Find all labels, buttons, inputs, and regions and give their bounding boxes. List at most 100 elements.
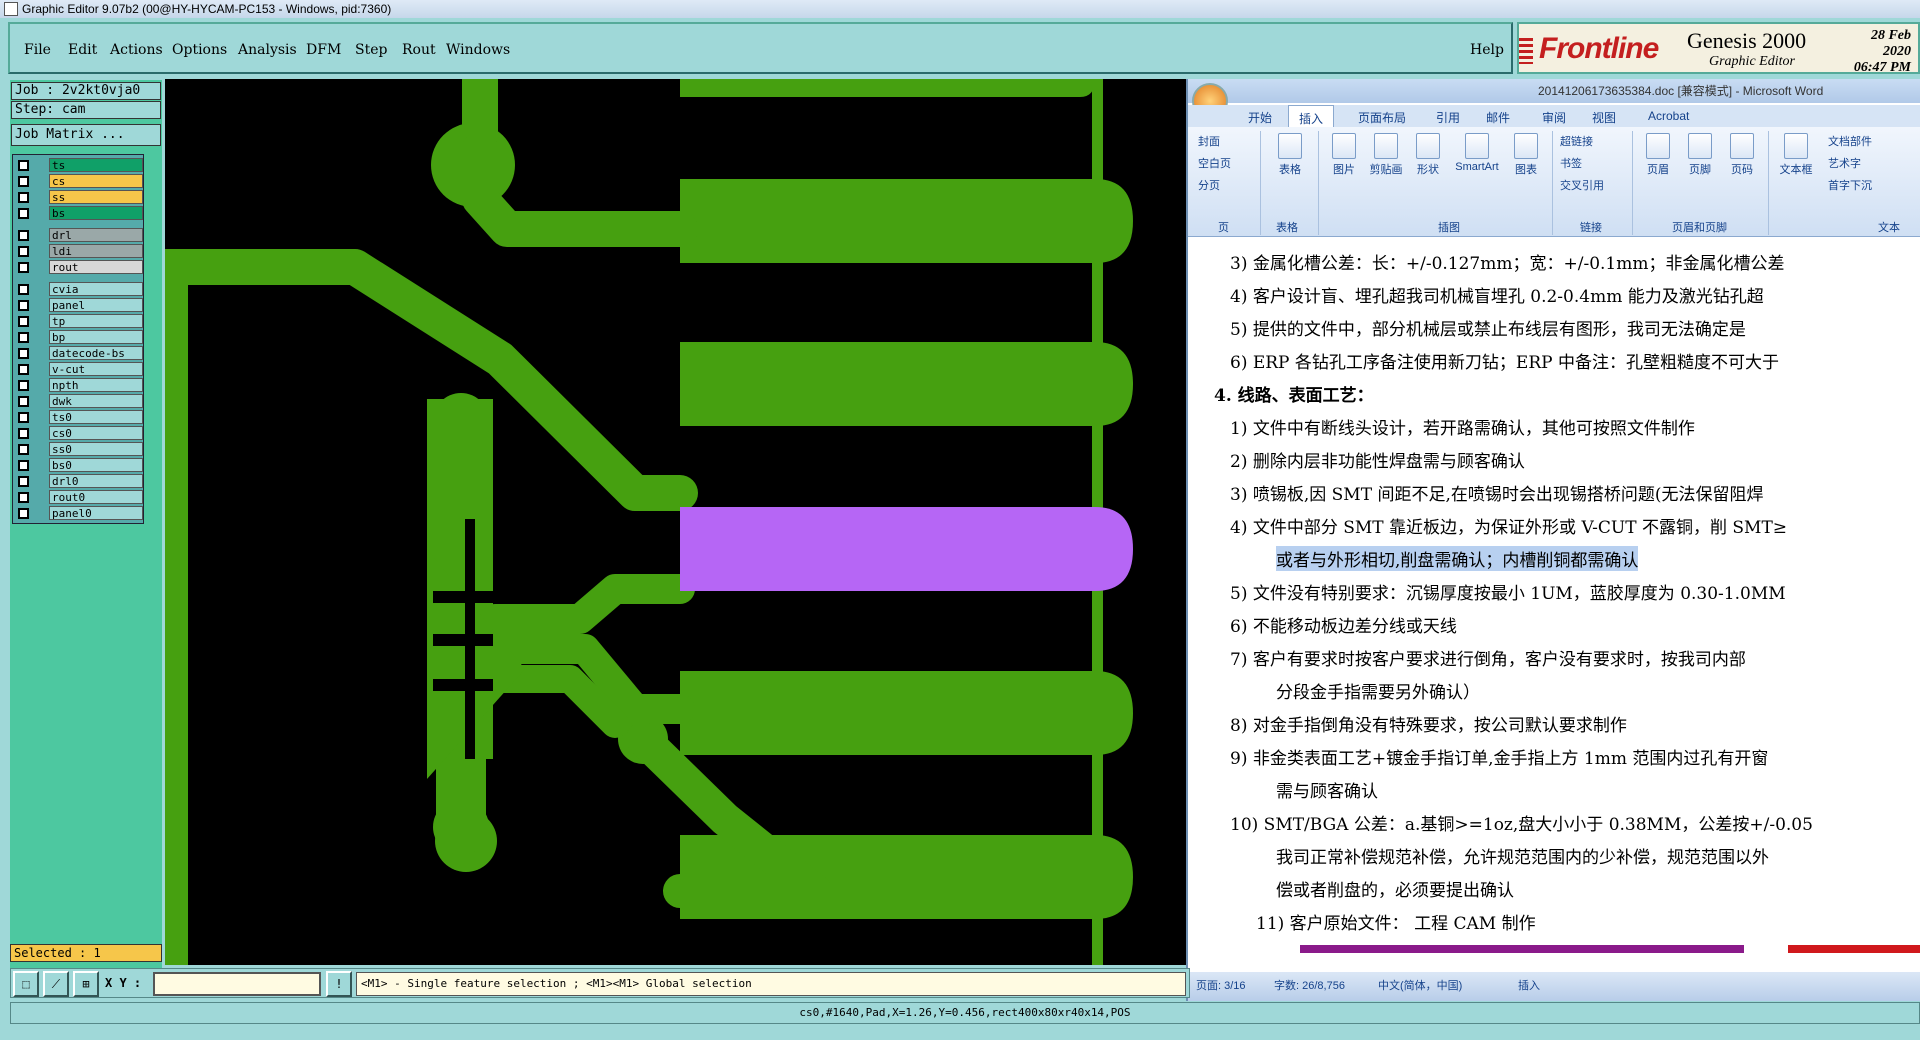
layer-row-bs0[interactable]: bs0 bbox=[13, 457, 145, 473]
layer-row-npth[interactable]: npth bbox=[13, 377, 145, 393]
pcb-layout[interactable] bbox=[165, 79, 1187, 965]
layer-name[interactable]: cs bbox=[49, 174, 143, 188]
word-count[interactable]: 字数: 26/8,756 bbox=[1274, 972, 1345, 1001]
layer-name[interactable]: npth bbox=[49, 378, 143, 392]
table-button[interactable]: 表格 bbox=[1270, 133, 1310, 177]
page-break-button[interactable]: 分页 bbox=[1198, 177, 1220, 193]
menu-dfm[interactable]: DFM bbox=[306, 42, 341, 58]
layer-name[interactable]: tp bbox=[49, 314, 143, 328]
menu-help[interactable]: Help bbox=[1470, 42, 1504, 58]
chart-button[interactable]: 图表 bbox=[1508, 133, 1544, 177]
menu-options[interactable]: Options bbox=[172, 42, 227, 58]
xy-input[interactable] bbox=[153, 972, 321, 996]
layer-checkbox[interactable] bbox=[18, 444, 29, 455]
info-button-icon[interactable]: ! bbox=[326, 971, 352, 997]
layer-name[interactable]: ldi bbox=[49, 244, 143, 258]
layer-name[interactable]: panel bbox=[49, 298, 143, 312]
trace[interactable] bbox=[480, 574, 695, 634]
drop-cap-button[interactable]: 首字下沉 bbox=[1828, 177, 1872, 193]
cross-reference-button[interactable]: 交叉引用 bbox=[1560, 177, 1604, 193]
page-indicator[interactable]: 页面: 3/16 bbox=[1196, 972, 1246, 1001]
layer-row-panel0[interactable]: panel0 bbox=[13, 505, 145, 521]
layer-checkbox[interactable] bbox=[18, 316, 29, 327]
layer-row-bs[interactable]: bs bbox=[13, 205, 145, 221]
layer-checkbox[interactable] bbox=[18, 246, 29, 257]
layer-checkbox[interactable] bbox=[18, 460, 29, 471]
language[interactable]: 中文(简体，中国) bbox=[1378, 972, 1462, 1001]
menu-step[interactable]: Step bbox=[355, 42, 387, 58]
menu-analysis[interactable]: Analysis bbox=[238, 42, 297, 58]
graphic-canvas[interactable] bbox=[165, 79, 1187, 965]
selected-gold-finger[interactable] bbox=[680, 507, 1133, 591]
layer-checkbox[interactable] bbox=[18, 380, 29, 391]
tab-view[interactable]: 视图 bbox=[1592, 109, 1616, 126]
layer-checkbox[interactable] bbox=[18, 348, 29, 359]
picture-button[interactable]: 图片 bbox=[1326, 133, 1362, 177]
menu-windows[interactable]: Windows bbox=[446, 42, 510, 58]
layer-checkbox[interactable] bbox=[18, 208, 29, 219]
layer-name[interactable]: drl0 bbox=[49, 474, 143, 488]
layer-name[interactable]: rout bbox=[49, 260, 143, 274]
clip-art-button[interactable]: 剪贴画 bbox=[1366, 133, 1406, 177]
gold-finger[interactable] bbox=[680, 179, 1133, 263]
layer-checkbox[interactable] bbox=[18, 492, 29, 503]
bookmark-button[interactable]: 书签 bbox=[1560, 155, 1582, 171]
layer-row-drl[interactable]: drl bbox=[13, 227, 145, 243]
smartart-button[interactable]: SmartArt bbox=[1450, 133, 1504, 173]
layer-row-datecode-bs[interactable]: datecode-bs bbox=[13, 345, 145, 361]
layer-checkbox[interactable] bbox=[18, 412, 29, 423]
page-number-button[interactable]: 页码 bbox=[1724, 133, 1760, 177]
layer-checkbox[interactable] bbox=[18, 428, 29, 439]
menu-rout[interactable]: Rout bbox=[402, 42, 436, 58]
gold-finger[interactable] bbox=[680, 671, 1133, 755]
layer-name[interactable]: panel0 bbox=[49, 506, 143, 520]
layer-name[interactable]: ts bbox=[49, 158, 143, 172]
layer-checkbox[interactable] bbox=[18, 160, 29, 171]
blank-page-button[interactable]: 空白页 bbox=[1198, 155, 1231, 171]
layer-name[interactable]: rout0 bbox=[49, 490, 143, 504]
layer-row-v-cut[interactable]: v-cut bbox=[13, 361, 145, 377]
layer-name[interactable]: bs0 bbox=[49, 458, 143, 472]
tab-references[interactable]: 引用 bbox=[1436, 109, 1460, 126]
cover-page-button[interactable]: 封面 bbox=[1198, 133, 1220, 149]
layer-row-ss0[interactable]: ss0 bbox=[13, 441, 145, 457]
layer-checkbox[interactable] bbox=[18, 396, 29, 407]
shapes-button[interactable]: 形状 bbox=[1410, 133, 1446, 177]
menu-edit[interactable]: Edit bbox=[68, 42, 97, 58]
layer-name[interactable]: ts0 bbox=[49, 410, 143, 424]
layer-checkbox[interactable] bbox=[18, 364, 29, 375]
zoom-tool-icon[interactable]: ⬚ bbox=[13, 971, 39, 997]
layer-checkbox[interactable] bbox=[18, 262, 29, 273]
layer-name[interactable]: bp bbox=[49, 330, 143, 344]
layer-row-cs0[interactable]: cs0 bbox=[13, 425, 145, 441]
layer-name[interactable]: bs bbox=[49, 206, 143, 220]
layer-name[interactable]: dwk bbox=[49, 394, 143, 408]
document-body[interactable]: 3) 金属化槽公差：长：+/-0.127mm；宽：+/-0.1mm；非金属化槽公… bbox=[1188, 237, 1920, 972]
hyperlink-button[interactable]: 超链接 bbox=[1560, 133, 1593, 149]
tab-acrobat[interactable]: Acrobat bbox=[1648, 109, 1689, 123]
layer-name[interactable]: ss bbox=[49, 190, 143, 204]
layer-row-drl0[interactable]: drl0 bbox=[13, 473, 145, 489]
footer-button[interactable]: 页脚 bbox=[1682, 133, 1718, 177]
layer-checkbox[interactable] bbox=[18, 230, 29, 241]
tab-home[interactable]: 开始 bbox=[1248, 109, 1272, 126]
layer-row-panel[interactable]: panel bbox=[13, 297, 145, 313]
insert-mode[interactable]: 插入 bbox=[1518, 972, 1540, 1001]
layer-name[interactable]: datecode-bs bbox=[49, 346, 143, 360]
layer-row-tp[interactable]: tp bbox=[13, 313, 145, 329]
grid-tool-icon[interactable]: ⊞ bbox=[73, 971, 99, 997]
word-window[interactable]: 20141206173635384.doc [兼容模式] - Microsoft… bbox=[1186, 79, 1920, 1001]
menu-file[interactable]: File bbox=[24, 42, 51, 58]
layer-checkbox[interactable] bbox=[18, 284, 29, 295]
layer-checkbox[interactable] bbox=[18, 176, 29, 187]
layer-row-bp[interactable]: bp bbox=[13, 329, 145, 345]
quick-parts-button[interactable]: 文档部件 bbox=[1828, 133, 1872, 149]
trace[interactable] bbox=[165, 249, 698, 511]
layer-checkbox[interactable] bbox=[18, 192, 29, 203]
layer-row-ldi[interactable]: ldi bbox=[13, 243, 145, 259]
layer-checkbox[interactable] bbox=[18, 300, 29, 311]
tab-page-layout[interactable]: 页面布局 bbox=[1358, 109, 1406, 126]
layer-row-rout[interactable]: rout bbox=[13, 259, 145, 275]
measure-tool-icon[interactable]: ⟋ bbox=[43, 971, 69, 997]
menu-actions[interactable]: Actions bbox=[110, 42, 163, 58]
